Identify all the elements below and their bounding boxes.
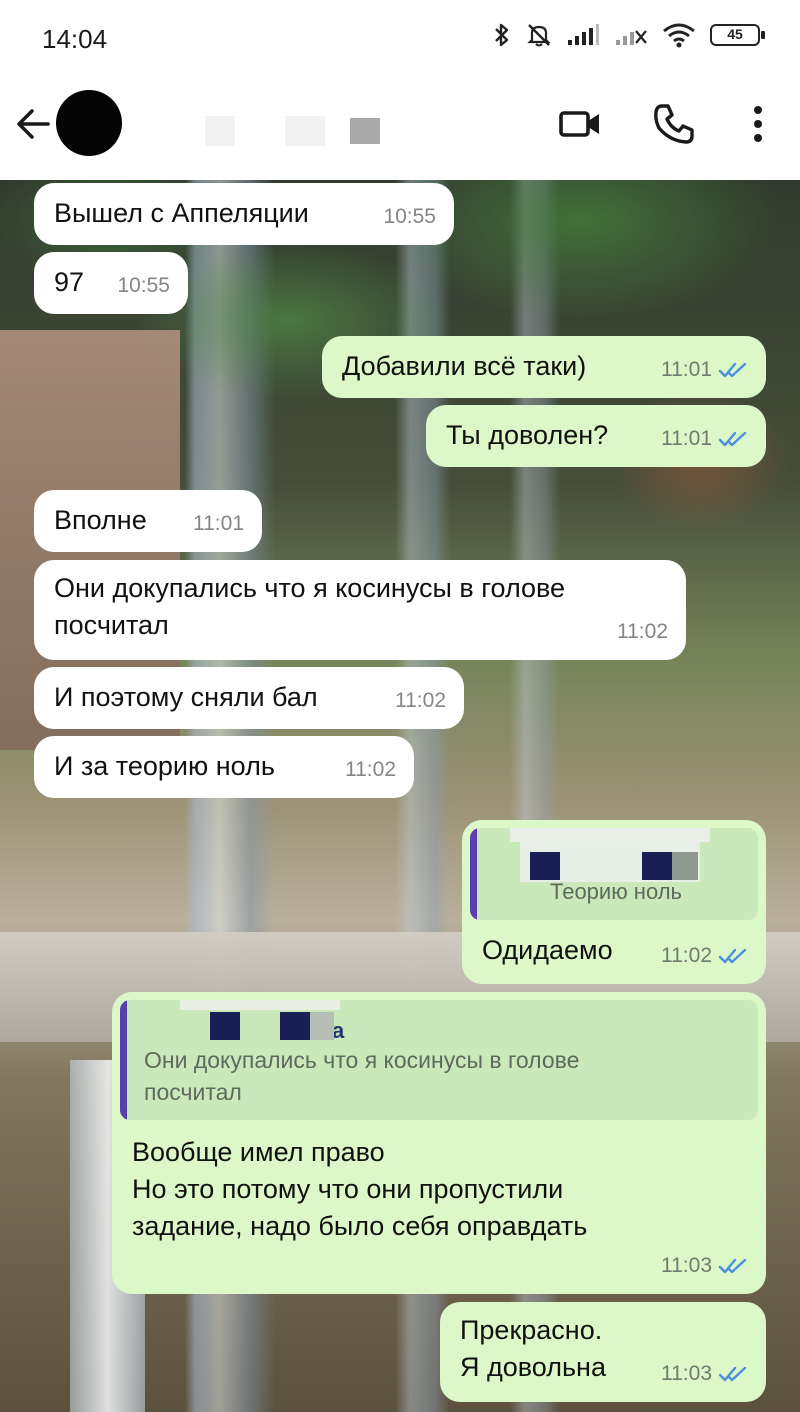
read-ticks-icon <box>718 1366 747 1381</box>
message-incoming[interactable]: Вполне 11:01 <box>34 490 262 552</box>
message-text: Вполне <box>54 505 147 535</box>
message-incoming[interactable]: Вышел с Аппеляции 10:55 <box>34 183 454 245</box>
phone-icon[interactable] <box>650 100 698 148</box>
message-outgoing-reply[interactable]: Теорию ноль Одидаемо 11:02 <box>462 820 766 984</box>
read-ticks-icon <box>718 948 747 963</box>
status-icons: 45 <box>492 22 765 48</box>
contact-name-redacted[interactable] <box>205 108 395 152</box>
chat-header <box>0 80 800 180</box>
read-ticks-icon <box>718 431 747 446</box>
message-text: Добавили всё таки) <box>342 351 587 381</box>
message-time: 11:01 <box>661 420 748 457</box>
read-ticks-icon <box>718 1258 747 1273</box>
battery-icon: 45 <box>710 24 765 46</box>
message-text: Вообще имел право Но это потому что они … <box>132 1137 588 1241</box>
message-text: И поэтому сняли бал <box>54 682 318 712</box>
quoted-message[interactable]: а Они докупались что я косинусы в голове… <box>120 1000 758 1120</box>
message-text: Ты доволен? <box>446 420 609 450</box>
message-text: 97 <box>54 267 85 297</box>
message-time: 11:03 <box>661 1355 748 1392</box>
back-arrow-icon[interactable] <box>12 102 56 146</box>
wifi-icon <box>663 23 695 48</box>
message-incoming[interactable]: Они докупались что я косинусы в голове п… <box>34 560 686 660</box>
message-text: Одидаемо <box>482 935 613 965</box>
message-time: 11:01 <box>661 351 748 388</box>
message-time: 11:01 <box>193 512 244 535</box>
message-time: 11:02 <box>345 758 396 781</box>
signal-no-service-icon <box>616 30 647 45</box>
message-time: 11:03 <box>661 1247 748 1284</box>
video-camera-icon[interactable] <box>556 100 604 148</box>
message-time: 11:02 <box>661 937 748 974</box>
message-text: Прекрасно. Я довольна <box>460 1315 606 1382</box>
more-vertical-icon[interactable] <box>734 100 782 148</box>
quoted-text: Они докупались что я косинусы в голове п… <box>144 1047 580 1105</box>
message-outgoing[interactable]: Прекрасно. Я довольна 11:03 <box>440 1302 766 1402</box>
message-outgoing-reply[interactable]: а Они докупались что я косинусы в голове… <box>112 992 766 1294</box>
redacted-sender-pixels <box>170 1000 350 1048</box>
message-incoming[interactable]: И поэтому сняли бал 11:02 <box>34 667 464 729</box>
signal-strength-icon <box>568 24 599 45</box>
message-time: 11:02 <box>395 689 446 712</box>
message-time: 10:55 <box>383 205 436 228</box>
message-time: 11:02 <box>617 620 668 643</box>
message-outgoing[interactable]: Ты доволен? 11:01 <box>426 405 766 467</box>
quoted-message[interactable]: Теорию ноль <box>470 828 758 920</box>
contact-avatar[interactable] <box>56 90 122 156</box>
message-outgoing[interactable]: Добавили всё таки) 11:01 <box>322 336 766 398</box>
status-time: 14:04 <box>42 24 108 54</box>
message-text: Вышел с Аппеляции <box>54 198 309 228</box>
message-incoming[interactable]: И за теорию ноль 11:02 <box>34 736 414 798</box>
chat-background: Вышел с Аппеляции 10:55 97 10:55 Добавил… <box>0 180 800 1412</box>
message-incoming[interactable]: 97 10:55 <box>34 252 188 314</box>
redacted-sender-pixels <box>510 828 710 898</box>
message-time: 10:55 <box>117 274 170 297</box>
bell-muted-icon <box>527 24 551 47</box>
status-bar: 14:04 45 <box>0 0 800 80</box>
read-ticks-icon <box>718 362 747 377</box>
bluetooth-icon <box>495 23 509 47</box>
message-text: И за теорию ноль <box>54 751 275 781</box>
message-text: Они докупались что я косинусы в голове п… <box>54 573 566 640</box>
